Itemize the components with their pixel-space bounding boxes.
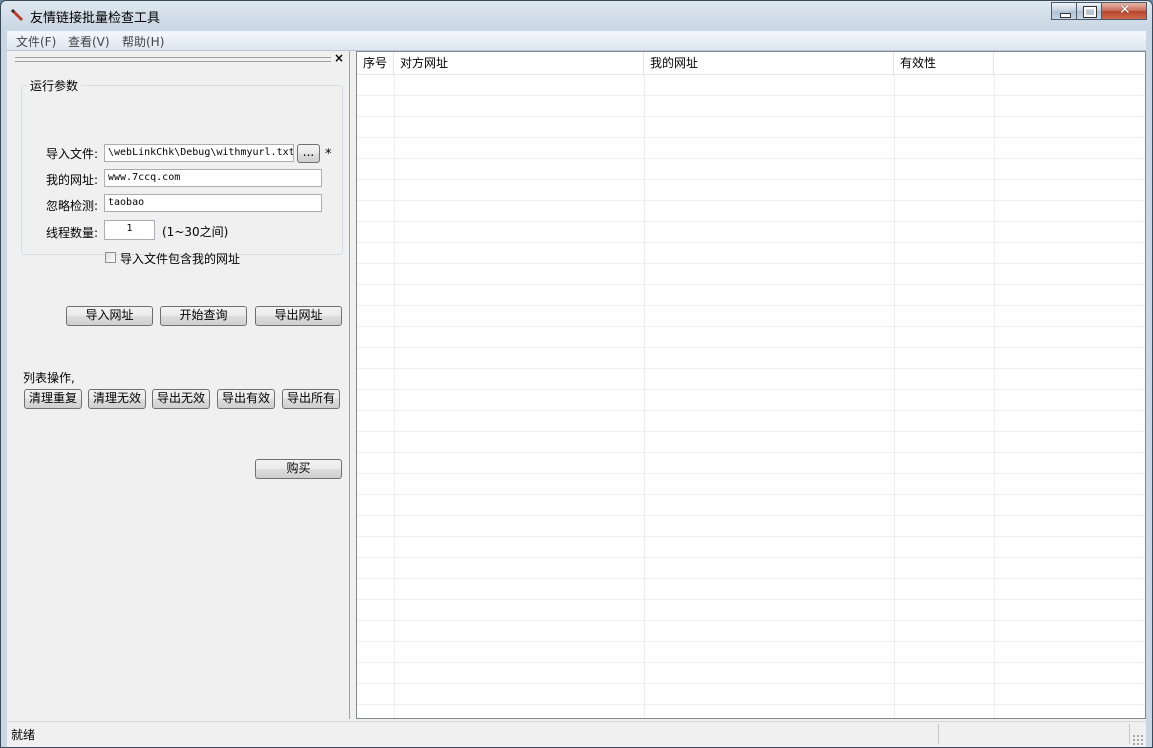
status-separator xyxy=(1129,724,1130,744)
threads-input[interactable]: 1 xyxy=(104,220,155,240)
browse-button[interactable]: ... xyxy=(297,144,320,163)
close-icon: ✕ xyxy=(1119,2,1131,18)
buy-button[interactable]: 购买 xyxy=(255,459,342,479)
list-header: 序号 对方网址 我的网址 有效性 xyxy=(357,52,1145,75)
column-header-filler xyxy=(994,52,1145,74)
status-separator xyxy=(938,724,939,744)
caption-buttons: ✕ xyxy=(1051,2,1147,20)
settings-panel: × 运行参数 导入文件: \webLinkChk\Debug\withmyurl… xyxy=(7,51,350,719)
import-file-input[interactable]: \webLinkChk\Debug\withmyurl.txt xyxy=(104,144,294,162)
title-bar[interactable]: 友情链接批量检查工具 ✕ xyxy=(1,1,1152,29)
menu-bar: 文件(F) 查看(V) 帮助(H) xyxy=(7,31,1146,51)
threads-label: 线程数量: xyxy=(46,226,99,240)
menu-view[interactable]: 查看(V) xyxy=(68,33,110,50)
ignore-input[interactable]: taobao xyxy=(104,194,322,212)
status-bar: 就绪 xyxy=(7,721,1146,747)
maximize-button[interactable] xyxy=(1076,2,1102,20)
grid-col-index xyxy=(357,75,395,718)
window-title: 友情链接批量检查工具 xyxy=(30,11,161,26)
column-header-partner-url[interactable]: 对方网址 xyxy=(394,52,644,74)
include-my-url-label[interactable]: 导入文件包含我的网址 xyxy=(120,250,240,267)
list-ops-label: 列表操作, xyxy=(23,371,75,385)
import-file-label: 导入文件: xyxy=(46,147,99,161)
threads-hint: (1~30之间) xyxy=(162,225,229,239)
minimize-button[interactable] xyxy=(1051,2,1077,20)
grid-col-validity xyxy=(894,75,995,718)
column-header-my-url[interactable]: 我的网址 xyxy=(644,52,894,74)
import-urls-button[interactable]: 导入网址 xyxy=(66,306,153,326)
pencil-icon xyxy=(10,8,24,22)
close-button[interactable]: ✕ xyxy=(1101,2,1147,20)
client-area: 文件(F) 查看(V) 帮助(H) × 运行参数 导入文件: \webLinkC… xyxy=(7,31,1146,747)
required-mark: * xyxy=(325,147,332,162)
resize-grip[interactable] xyxy=(1132,734,1144,746)
export-urls-button[interactable]: 导出网址 xyxy=(255,306,342,326)
export-valid-button[interactable]: 导出有效 xyxy=(217,389,275,409)
app-window: 友情链接批量检查工具 ✕ 文件(F) 查看(V) 帮助(H) × 运行参数 导入… xyxy=(0,0,1153,748)
menu-help[interactable]: 帮助(H) xyxy=(122,33,164,50)
include-my-url-checkbox[interactable] xyxy=(105,252,116,263)
status-text: 就绪 xyxy=(11,728,36,742)
start-query-button[interactable]: 开始查询 xyxy=(160,306,247,326)
column-header-index[interactable]: 序号 xyxy=(357,52,394,74)
dock-grip[interactable] xyxy=(15,57,331,62)
list-body[interactable] xyxy=(357,75,1145,718)
export-all-button[interactable]: 导出所有 xyxy=(282,389,340,409)
group-title: 运行参数 xyxy=(27,77,82,94)
export-invalid-button[interactable]: 导出无效 xyxy=(152,389,210,409)
my-url-input[interactable]: www.7ccq.com xyxy=(104,169,322,187)
results-list[interactable]: 序号 对方网址 我的网址 有效性 xyxy=(356,51,1146,719)
dock-close-button[interactable]: × xyxy=(334,51,344,65)
grid-col-my-url xyxy=(644,75,895,718)
clean-invalid-button[interactable]: 清理无效 xyxy=(88,389,146,409)
my-url-label: 我的网址: xyxy=(46,173,99,187)
grid-col-partner-url xyxy=(394,75,645,718)
ignore-label: 忽略检测: xyxy=(46,199,99,213)
clean-duplicates-button[interactable]: 清理重复 xyxy=(24,389,82,409)
menu-file[interactable]: 文件(F) xyxy=(16,33,56,50)
column-header-validity[interactable]: 有效性 xyxy=(894,52,994,74)
